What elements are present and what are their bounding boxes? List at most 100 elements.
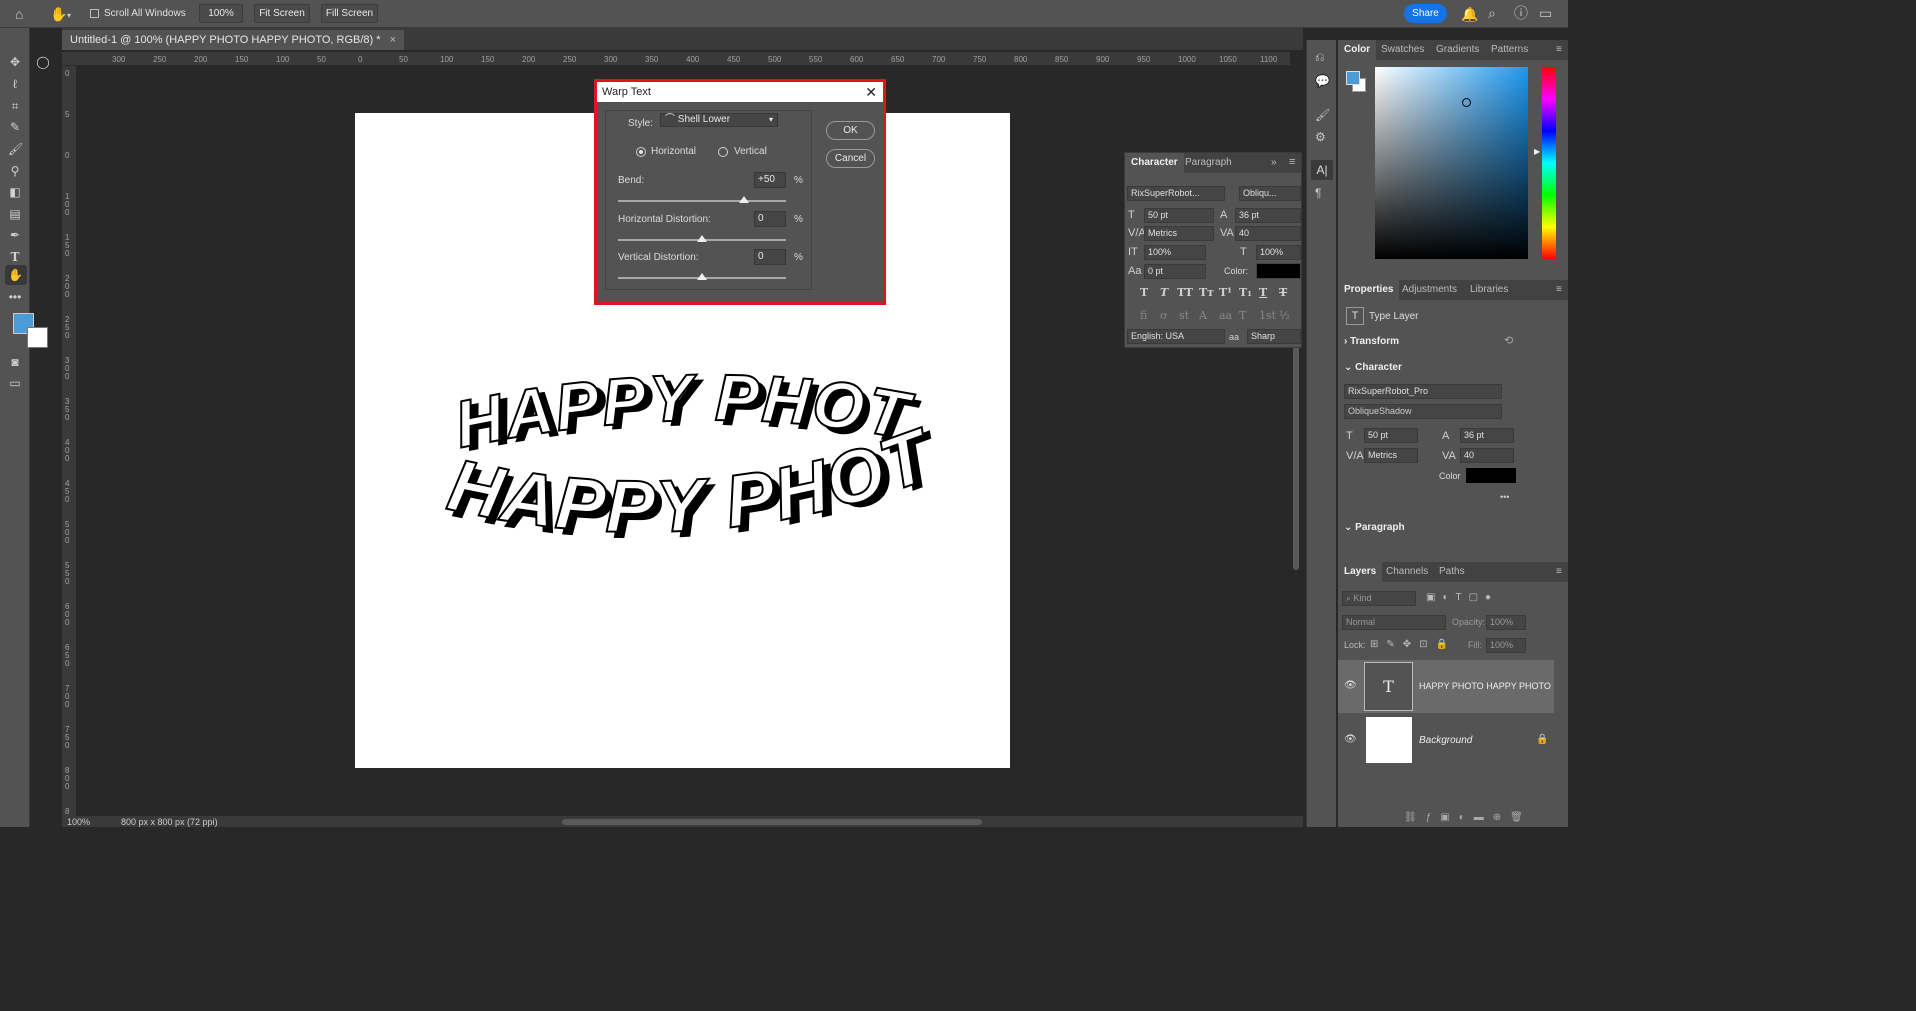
panel-menu-icon[interactable]: ≡ [1556,562,1562,582]
layer-name[interactable]: HAPPY PHOTO HAPPY PHOTO [1419,681,1551,691]
prop-font-style[interactable]: ObliqueShadow [1344,404,1502,419]
font-family-dropdown[interactable]: RixSuperRobot... [1127,186,1225,201]
style-dropdown[interactable]: ⌒ Shell Lower ▾ [660,113,778,127]
panel-menu-icon[interactable]: ≡ [1556,40,1562,60]
status-zoom[interactable]: 100% [67,817,90,828]
more-tools-icon[interactable]: ••• [8,290,22,304]
brush-settings-icon[interactable]: 🖌 [1315,108,1330,122]
ligature-icon[interactable]: fi [1140,309,1147,322]
strikethrough-icon[interactable]: T [1279,286,1287,299]
visibility-eye-icon[interactable]: 👁 [1344,680,1357,691]
color-field[interactable] [1375,67,1528,259]
tab-libraries[interactable]: Libraries [1470,280,1508,300]
faux-bold-icon[interactable]: T [1140,286,1148,299]
scroll-all-windows-checkbox[interactable] [90,9,99,18]
titling-alt-icon[interactable]: aa [1219,309,1232,322]
all-caps-icon[interactable]: TT [1177,286,1193,299]
cancel-button[interactable]: Cancel [826,149,875,168]
document-tab[interactable]: Untitled-1 @ 100% (HAPPY PHOTO HAPPY PHO… [62,30,405,50]
fg-color-chip[interactable] [1346,71,1360,85]
paragraph-section[interactable]: ⌄ Paragraph [1344,522,1405,533]
font-style-dropdown[interactable]: Obliqu... [1239,186,1301,201]
status-doc-size[interactable]: 800 px x 800 px (72 ppi) [121,817,218,828]
ok-button[interactable]: OK [826,121,875,140]
font-size-field[interactable]: 50 pt [1144,208,1214,223]
chevron-down-icon[interactable]: ▾ [67,9,71,23]
underline-icon[interactable]: T [1259,286,1267,299]
help-icon[interactable]: ⓘ [1514,6,1528,20]
tab-swatches[interactable]: Swatches [1381,40,1424,60]
marquee-tool-icon[interactable]: ◯ [36,55,50,69]
type-tool-icon[interactable]: T [8,250,22,264]
collapse-icon[interactable]: » [1271,157,1277,168]
superscript-icon[interactable]: T¹ [1219,286,1232,299]
hand-tool-icon[interactable]: ✋ [50,7,67,21]
prop-leading-field[interactable]: 36 pt [1460,428,1514,443]
vertical-distortion-input[interactable]: 0 [754,249,786,265]
reset-transform-icon[interactable]: ⟲ [1504,334,1513,347]
home-icon[interactable]: ⌂ [15,7,23,21]
old-style-icon[interactable]: ơ [1160,309,1167,322]
faux-italic-icon[interactable]: T [1160,286,1168,299]
hue-slider[interactable] [1542,67,1556,259]
background-color-swatch[interactable] [27,327,48,348]
leading-field[interactable]: 36 pt [1235,208,1301,223]
prop-color-swatch[interactable] [1466,468,1516,483]
clone-stamp-icon[interactable]: ⚲ [8,164,22,178]
fill-screen-button[interactable]: Fill Screen [321,4,378,23]
vertical-scale-field[interactable]: 100% [1144,245,1206,260]
prop-size-field[interactable]: 50 pt [1364,428,1418,443]
swash-icon[interactable]: st [1179,309,1189,322]
paragraph-icon[interactable]: ¶ [1315,186,1321,200]
lock-icons[interactable]: ⊞✎✥⊡🔒 [1370,639,1456,650]
tab-paragraph[interactable]: Paragraph [1185,153,1232,173]
quick-mask-icon[interactable]: ◙ [8,355,22,369]
small-caps-icon[interactable]: Tт [1199,286,1214,299]
vertical-radio[interactable] [718,147,728,157]
layer-row-text[interactable]: 👁 T HAPPY PHOTO HAPPY PHOTO [1338,660,1554,713]
layer-kind-filter[interactable]: ⌕ Kind [1342,591,1416,606]
tab-color[interactable]: Color [1338,40,1377,60]
pen-tool-icon[interactable]: ✒ [8,228,22,242]
close-icon[interactable]: ✕ [865,82,877,102]
tab-paths[interactable]: Paths [1439,562,1465,582]
blend-mode-dropdown[interactable]: Normal [1342,615,1446,630]
prop-font-family[interactable]: RixSuperRobot_Pro [1344,384,1502,399]
character-section[interactable]: ⌄ Character [1344,362,1402,373]
tab-layers[interactable]: Layers [1338,562,1383,582]
filter-icons[interactable]: ▣◐T▢● [1426,592,1498,603]
bell-icon[interactable]: 🔔 [1461,7,1478,21]
horizontal-scale-field[interactable]: 100% [1256,245,1301,260]
tracking-field[interactable]: 40 [1235,226,1301,241]
zoom-field[interactable]: 100% [199,4,243,23]
workspace-icon[interactable]: ▭ [1539,6,1552,20]
vertical-distortion-thumb[interactable] [697,273,707,280]
screen-mode-icon[interactable]: ▭ [8,376,22,390]
fit-screen-button[interactable]: Fit Screen [254,4,310,23]
fractions-icon[interactable]: ½ [1279,309,1290,322]
language-dropdown[interactable]: English: USA [1127,329,1225,344]
tab-adjustments[interactable]: Adjustments [1402,280,1457,300]
lasso-tool-icon[interactable]: ℓ [8,77,22,91]
prop-kerning-field[interactable]: Metrics [1364,448,1418,463]
horizontal-distortion-input[interactable]: 0 [754,211,786,227]
baseline-shift-field[interactable]: 0 pt [1144,264,1206,279]
subscript-icon[interactable]: T₁ [1239,286,1252,299]
transform-section[interactable]: › Transform [1344,336,1399,347]
color-picker-marker[interactable] [1462,98,1471,107]
gradient-tool-icon[interactable]: ▤ [8,207,22,221]
tab-character[interactable]: Character [1125,153,1184,173]
close-tab-icon[interactable]: × [390,34,396,46]
opacity-field[interactable]: 100% [1486,615,1526,630]
panel-menu-icon[interactable]: ≡ [1556,280,1562,300]
panel-menu-icon[interactable]: ≡ [1289,156,1295,168]
tab-patterns[interactable]: Patterns [1491,40,1528,60]
scrollbar-h[interactable] [562,819,982,825]
kerning-field[interactable]: Metrics [1144,226,1214,241]
layers-footer-icons[interactable]: ⛓ƒ▣◐▬⊕🗑 [1404,812,1532,823]
more-options-icon[interactable]: ••• [1500,492,1509,502]
contextual-alt-icon[interactable]: T [1239,309,1246,322]
stylistic-alt-icon[interactable]: A [1199,309,1207,322]
comments-icon[interactable]: 💬 [1315,74,1330,88]
bend-input[interactable]: +50 [754,172,786,188]
